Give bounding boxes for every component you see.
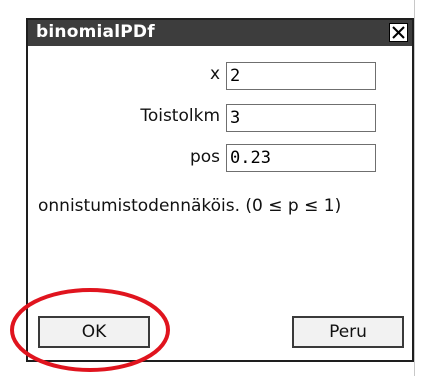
ok-button[interactable]: OK xyxy=(38,316,150,348)
close-button[interactable] xyxy=(389,23,408,42)
probability-hint: onnistumistodennäköis. (0 ≤ p ≤ 1) xyxy=(38,196,342,216)
close-icon xyxy=(392,26,405,39)
title-bar: binomialPDf xyxy=(28,20,412,46)
probability-label: pos xyxy=(189,147,220,167)
trials-input[interactable]: 3 xyxy=(226,104,376,132)
binomialpdf-dialog: binomialPDf x 2 Toistolkm 3 pos 0.23 onn… xyxy=(26,18,414,362)
cancel-button[interactable]: Peru xyxy=(292,316,404,348)
window-edge xyxy=(414,0,424,376)
x-label: x xyxy=(209,64,220,84)
probability-input[interactable]: 0.23 xyxy=(226,144,376,172)
x-input[interactable]: 2 xyxy=(226,62,376,90)
trials-label: Toistolkm xyxy=(140,106,220,126)
dialog-title: binomialPDf xyxy=(36,22,155,42)
